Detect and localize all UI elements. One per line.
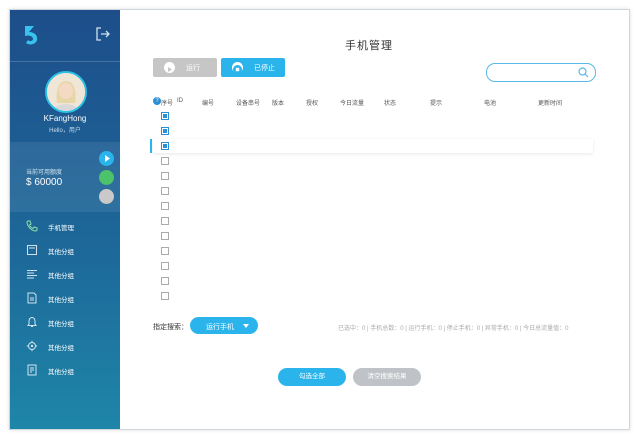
balance-value: $ 60000 bbox=[26, 177, 63, 188]
gear-icon bbox=[26, 340, 38, 352]
user-name: KFangHong bbox=[43, 114, 87, 123]
run-button-label: 运行 bbox=[186, 65, 200, 72]
stop-icon bbox=[232, 62, 243, 74]
column-header: 版本 bbox=[272, 101, 285, 107]
filter-dropdown-value: 运行手机 bbox=[206, 324, 234, 331]
sidebar-item-label: 手机管理 bbox=[48, 225, 74, 232]
table-row[interactable] bbox=[153, 109, 593, 123]
note-icon bbox=[27, 364, 37, 376]
row-checkbox[interactable] bbox=[161, 127, 169, 135]
table-row-selected[interactable] bbox=[150, 139, 593, 153]
search-icon[interactable] bbox=[578, 67, 589, 78]
logout-icon[interactable] bbox=[95, 26, 111, 42]
column-header: ID bbox=[177, 98, 183, 104]
table-row[interactable] bbox=[153, 244, 593, 258]
sidebar-divider bbox=[10, 61, 120, 62]
row-checkbox[interactable] bbox=[161, 247, 169, 255]
table-row[interactable] bbox=[153, 154, 593, 168]
table-row[interactable] bbox=[153, 274, 593, 288]
table-row[interactable] bbox=[153, 169, 593, 183]
table-row[interactable] bbox=[153, 124, 593, 138]
stats-summary: 已选中：0 | 手机总数：0 | 运行手机：0 | 停止手机：0 | 异常手机：… bbox=[338, 326, 569, 332]
row-checkbox[interactable] bbox=[161, 217, 169, 225]
sidebar-item-label: 其他分组 bbox=[48, 321, 74, 328]
row-checkbox[interactable] bbox=[161, 112, 169, 120]
table-row[interactable] bbox=[153, 259, 593, 273]
sidebar-item-other-1[interactable]: 其他分组 bbox=[10, 239, 120, 261]
row-checkbox[interactable] bbox=[161, 142, 169, 150]
gray-status-button[interactable] bbox=[99, 189, 114, 204]
row-checkbox[interactable] bbox=[161, 232, 169, 240]
balance-label: 当前可用额度 bbox=[26, 170, 63, 176]
list-icon bbox=[27, 270, 37, 279]
clear-results-button[interactable]: 清空搜索结果 bbox=[353, 368, 421, 386]
page-title: 手机管理 bbox=[345, 40, 393, 52]
run-button[interactable]: 运行 bbox=[153, 58, 217, 77]
row-checkbox[interactable] bbox=[161, 262, 169, 270]
row-checkbox[interactable] bbox=[161, 157, 169, 165]
play-icon bbox=[164, 62, 175, 73]
column-header: 今日流量 bbox=[340, 101, 365, 107]
row-selected-indicator bbox=[150, 139, 152, 153]
logo-icon[interactable] bbox=[22, 24, 40, 46]
row-checkbox[interactable] bbox=[161, 277, 169, 285]
sidebar: KFangHong Hello，用户 当前可用额度 $ 60000 手机管理 其… bbox=[10, 10, 120, 429]
row-checkbox[interactable] bbox=[161, 202, 169, 210]
play-icon bbox=[105, 155, 110, 162]
table-row[interactable] bbox=[153, 214, 593, 228]
card-icon bbox=[27, 245, 37, 255]
sidebar-item-phone-management[interactable]: 手机管理 bbox=[10, 215, 120, 237]
column-header: 更新时间 bbox=[538, 101, 563, 107]
green-status-button[interactable] bbox=[99, 170, 114, 185]
column-header: 设备串号 bbox=[236, 101, 261, 107]
sidebar-item-other-5[interactable]: 其他分组 bbox=[10, 335, 120, 357]
table-row[interactable] bbox=[153, 229, 593, 243]
column-header: 电池 bbox=[484, 101, 497, 107]
filter-dropdown[interactable]: 运行手机 bbox=[190, 317, 258, 334]
table-row[interactable] bbox=[153, 184, 593, 198]
column-header: 授权 bbox=[306, 101, 319, 107]
user-greeting: Hello，用户 bbox=[49, 128, 81, 134]
sidebar-item-label: 其他分组 bbox=[48, 297, 74, 304]
stop-button[interactable]: 已停止 bbox=[221, 58, 285, 77]
sidebar-item-label: 其他分组 bbox=[48, 273, 74, 280]
document-icon bbox=[27, 292, 37, 304]
column-header: 状态 bbox=[384, 101, 397, 107]
column-header: 序号 bbox=[161, 101, 174, 107]
row-checkbox[interactable] bbox=[161, 292, 169, 300]
sidebar-item-label: 其他分组 bbox=[48, 369, 74, 376]
column-header: 提示 bbox=[430, 101, 443, 107]
filter-label: 指定搜索： bbox=[153, 324, 188, 331]
bell-icon bbox=[27, 316, 37, 327]
sidebar-item-other-6[interactable]: 其他分组 bbox=[10, 359, 120, 381]
stop-button-label: 已停止 bbox=[254, 65, 275, 72]
chevron-down-icon bbox=[243, 324, 249, 328]
sidebar-item-label: 其他分组 bbox=[48, 345, 74, 352]
sidebar-item-label: 其他分组 bbox=[48, 249, 74, 256]
row-checkbox[interactable] bbox=[161, 187, 169, 195]
phone-icon bbox=[26, 220, 38, 232]
play-status-button[interactable] bbox=[99, 151, 114, 166]
app-window: KFangHong Hello，用户 当前可用额度 $ 60000 手机管理 其… bbox=[9, 9, 630, 430]
row-checkbox[interactable] bbox=[161, 172, 169, 180]
sidebar-item-other-3[interactable]: 其他分组 bbox=[10, 287, 120, 309]
select-all-button[interactable]: 勾选全部 bbox=[278, 368, 346, 386]
sidebar-item-other-4[interactable]: 其他分组 bbox=[10, 311, 120, 333]
table-row[interactable] bbox=[153, 199, 593, 213]
column-header: 编号 bbox=[202, 101, 215, 107]
search-input[interactable] bbox=[486, 63, 596, 82]
table-header: 序号 ID 编号 设备串号 版本 授权 今日流量 状态 提示 电池 更新时间 bbox=[10, 96, 629, 108]
table-row[interactable] bbox=[153, 289, 593, 303]
sidebar-item-other-2[interactable]: 其他分组 bbox=[10, 263, 120, 285]
